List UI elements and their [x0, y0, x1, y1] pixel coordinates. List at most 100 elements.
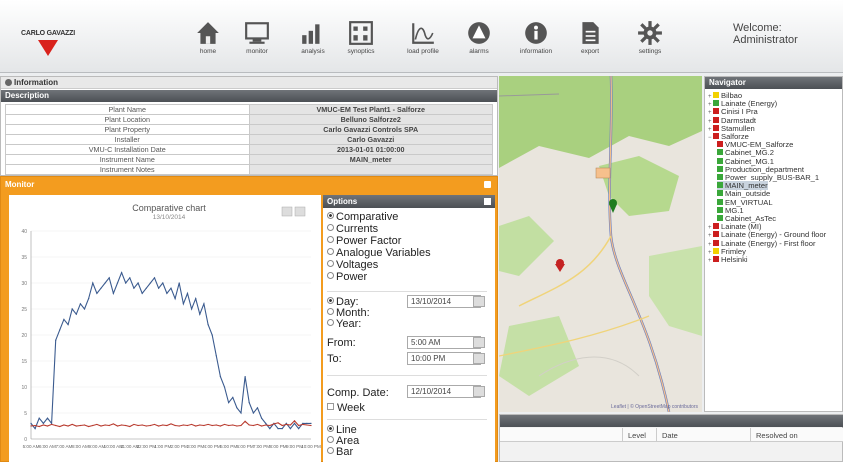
divider [327, 291, 487, 292]
radio-button[interactable] [327, 425, 334, 432]
mode-radio-power[interactable]: Power [327, 272, 367, 283]
from-time-picker-icon[interactable] [473, 337, 485, 348]
checkbox[interactable] [327, 403, 334, 410]
nav-button-settings[interactable]: settings [626, 20, 674, 70]
date-input[interactable]: 13/10/2014 [407, 295, 481, 308]
mode-radio-analogue-variables[interactable]: Analogue Variables [327, 248, 431, 259]
radio-button[interactable] [327, 236, 334, 243]
status-square-icon [717, 141, 723, 148]
data-point [285, 422, 287, 424]
print-icon[interactable] [294, 206, 306, 217]
column-resolved-on[interactable]: Resolved on [756, 431, 798, 440]
synoptics-icon [349, 21, 373, 45]
navigator-item-label: Helsinki [721, 255, 748, 264]
info-row: Instrument Name MAIN_meter [5, 154, 493, 165]
from-time-input[interactable]: 5:00 AM [407, 336, 481, 349]
data-point [252, 424, 254, 427]
data-point [252, 412, 254, 414]
data-point [306, 424, 308, 426]
collapse-icon[interactable]: − [708, 134, 712, 143]
logo-triangle-icon [38, 40, 58, 56]
column-date[interactable]: Date [662, 431, 678, 440]
data-point [75, 313, 77, 315]
close-icon[interactable] [484, 181, 491, 188]
information-panel: Information Description Plant Name VMUC-E… [0, 76, 498, 176]
data-point [116, 282, 119, 284]
to-label: To: [327, 353, 342, 365]
data-point [137, 424, 139, 427]
chart-container: Comparative chart 13/10/2014 0 5 10 15 20 25 3… [9, 195, 321, 462]
chart-title: Comparative chart [132, 203, 206, 213]
y-tick-label: 30 [21, 281, 27, 287]
collapse-icon[interactable] [484, 198, 491, 205]
info-value [248, 164, 493, 175]
radio-button[interactable] [327, 248, 334, 255]
comp-date-picker-icon[interactable] [473, 386, 485, 397]
comp-date-input[interactable]: 12/10/2014 [407, 385, 481, 398]
to-time-picker-icon[interactable] [473, 353, 485, 364]
data-point [96, 423, 98, 426]
mode-radio-comparative[interactable]: Comparative [327, 212, 398, 223]
nav-label: synoptics [347, 48, 375, 55]
data-point [149, 424, 152, 427]
expand-icon[interactable]: + [708, 257, 712, 266]
status-square-icon [717, 157, 723, 164]
x-tick-label: 5:00 PM [220, 444, 237, 449]
to-time-input[interactable]: 10:00 PM [407, 352, 481, 365]
mode-radio-currents[interactable]: Currents [327, 224, 378, 235]
nav-button-synoptics[interactable]: synoptics [337, 20, 385, 70]
period-radio-year[interactable]: Year: [327, 319, 361, 330]
radio-label: Power [336, 271, 368, 283]
data-point [88, 425, 90, 428]
nav-button-information[interactable]: information [512, 20, 560, 70]
radio-button[interactable] [327, 272, 334, 279]
zoom-icon[interactable] [281, 206, 293, 217]
radio-label: Bar [336, 446, 354, 458]
navigator-item[interactable]: + Helsinki [708, 255, 748, 266]
data-point [34, 428, 36, 430]
nav-button-analysis[interactable]: analysis [289, 20, 337, 70]
data-point [30, 425, 32, 427]
radio-label: Analogue Variables [336, 247, 431, 259]
data-point [244, 376, 246, 378]
mode-radio-voltages[interactable]: Voltages [327, 260, 378, 271]
info-row: Plant Location Belluno Salforze2 [5, 114, 493, 125]
nav-label: analysis [301, 48, 325, 55]
information-title: Information [14, 78, 58, 87]
status-square-icon [713, 256, 719, 262]
radio-button[interactable] [327, 308, 334, 315]
info-row: Plant Property Carlo Gavazzi Controls SPA [5, 124, 493, 135]
nav-button-monitor[interactable]: monitor [233, 20, 281, 70]
nav-button-alarms[interactable]: alarms [455, 20, 503, 70]
data-point [100, 287, 102, 289]
data-point [240, 424, 242, 427]
radio-button[interactable] [327, 260, 334, 267]
gear-icon [638, 21, 662, 45]
information-header[interactable]: Information [1, 77, 497, 89]
radio-button[interactable] [327, 297, 334, 304]
data-point [265, 422, 267, 424]
date-picker-icon[interactable] [473, 296, 485, 307]
chart-type-radio-bar[interactable]: Bar [327, 447, 353, 458]
radio-button[interactable] [327, 212, 334, 219]
radio-button[interactable] [327, 319, 334, 326]
nav-button-load-profile[interactable]: load profile [399, 20, 447, 70]
data-point [174, 298, 176, 300]
data-point [166, 424, 168, 427]
radio-button[interactable] [327, 224, 334, 231]
nav-button-export[interactable]: export [566, 20, 614, 70]
map-view[interactable]: Leaflet | © OpenStreetMap contributors [499, 76, 702, 412]
radio-button[interactable] [327, 436, 334, 443]
nav-button-home[interactable]: home [184, 20, 232, 70]
y-tick-label: 0 [24, 437, 27, 443]
data-point [50, 423, 53, 426]
map-attribution[interactable]: Leaflet | © OpenStreetMap contributors [611, 404, 698, 410]
y-tick-label: 40 [21, 229, 27, 235]
column-level[interactable]: Level [628, 431, 646, 440]
radio-button[interactable] [327, 447, 334, 454]
data-point [141, 424, 143, 426]
status-square-icon [717, 174, 723, 180]
alarm-icon [468, 22, 490, 44]
week-checkbox[interactable]: Week [327, 403, 365, 414]
mode-radio-power-factor[interactable]: Power Factor [327, 236, 401, 247]
